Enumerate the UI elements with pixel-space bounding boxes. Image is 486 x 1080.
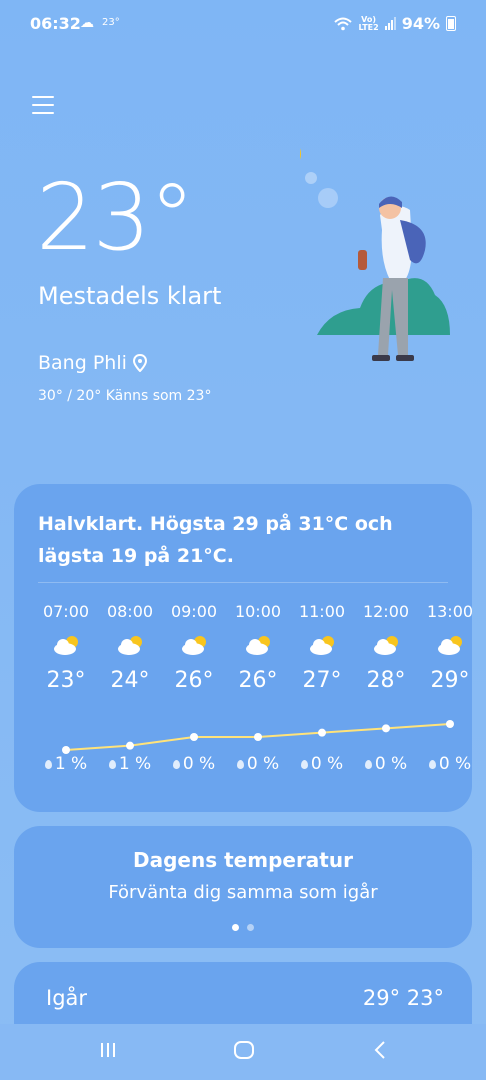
hour-temp: 23° — [46, 668, 86, 693]
drop-icon — [44, 760, 52, 769]
partly-cloudy-icon — [438, 636, 462, 655]
signal-icon — [384, 17, 396, 30]
precip-value: 0 % — [374, 754, 408, 774]
partly-cloudy-icon — [246, 636, 270, 655]
temperature-point — [382, 724, 390, 733]
status-right: Vo) LTE2 94% — [334, 14, 456, 33]
hour-temp: 29° — [430, 668, 470, 693]
temp-range: 30° / 20° Känns som 23° — [38, 388, 212, 404]
drop-icon — [108, 760, 116, 769]
precip-value: 1 % — [118, 754, 152, 774]
partly-cloudy-icon — [310, 636, 334, 655]
recent-apps-icon[interactable] — [98, 1040, 118, 1060]
precip-value: 0 % — [246, 754, 280, 774]
weather-illustration — [300, 148, 450, 361]
battery-icon — [446, 16, 456, 31]
network-bottom: LTE2 — [358, 22, 379, 32]
temperature-point — [446, 720, 454, 728]
sun-icon — [300, 148, 301, 160]
hour-time: 11:00 — [298, 602, 346, 621]
hour-time: 12:00 — [362, 602, 410, 621]
page-dot[interactable] — [247, 924, 254, 931]
hour-precip: 0 % — [164, 754, 224, 774]
hour-column: 12:00 28° 0 % — [356, 602, 416, 774]
drop-icon — [364, 760, 372, 769]
temperature-point — [126, 741, 134, 750]
hour-precip: 0 % — [292, 754, 352, 774]
hour-precip: 1 % — [100, 754, 160, 774]
wifi-icon — [334, 17, 353, 30]
yesterday-label: Igår — [46, 986, 88, 1010]
hour-temp: 26° — [238, 668, 278, 693]
temperature-point — [254, 733, 262, 741]
precip-value: 0 % — [310, 754, 344, 774]
current-temperature: 23° — [36, 164, 195, 271]
location-name: Bang Phli — [38, 352, 127, 374]
temperature-graph — [62, 720, 454, 754]
hour-column: 13:00 29° 0 % — [420, 602, 472, 774]
today-card-title: Dagens temperatur — [133, 848, 353, 872]
hour-precip: 0 % — [228, 754, 288, 774]
hour-temp: 26° — [174, 668, 214, 693]
hourly-forecast-card[interactable]: Halvklart. Högsta 29 på 31°C och lägsta … — [14, 484, 472, 812]
hour-temp: 27° — [302, 668, 342, 693]
today-temperature-card[interactable]: Dagens temperatur Förvänta dig samma som… — [14, 826, 472, 948]
yesterday-temps: 29° 23° — [362, 986, 444, 1010]
temperature-point — [62, 746, 70, 754]
forecast-summary: Halvklart. Högsta 29 på 31°C och lägsta … — [38, 513, 393, 567]
temperature-point — [190, 733, 198, 741]
drop-icon — [236, 760, 244, 769]
partly-cloudy-icon — [182, 636, 206, 655]
page-indicator[interactable] — [14, 924, 472, 931]
page-dot[interactable] — [232, 924, 239, 931]
hour-precip: 0 % — [356, 754, 416, 774]
hour-temp: 28° — [366, 668, 406, 693]
hour-time: 13:00 — [426, 602, 472, 621]
drop-icon — [300, 760, 308, 769]
divider — [38, 582, 448, 583]
precip-value: 1 % — [54, 754, 88, 774]
battery-percent: 94% — [401, 14, 440, 33]
home-icon[interactable] — [233, 1040, 255, 1060]
partly-cloudy-icon — [54, 636, 78, 655]
hour-precip: 1 % — [36, 754, 96, 774]
back-icon[interactable] — [372, 1040, 388, 1060]
location[interactable]: Bang Phli — [38, 352, 147, 374]
hour-column: 08:00 24° 1 % — [100, 602, 160, 774]
hour-column: 07:00 23° 1 % — [36, 602, 96, 774]
hour-temp: 24° — [110, 668, 150, 693]
location-pin-icon — [132, 354, 147, 372]
partly-cloudy-icon — [118, 636, 142, 655]
precip-value: 0 % — [182, 754, 216, 774]
drop-icon — [428, 760, 436, 769]
partly-cloudy-icon — [374, 636, 398, 655]
hour-time: 09:00 — [170, 602, 218, 621]
navigation-bar — [0, 1024, 486, 1080]
hour-time: 10:00 — [234, 602, 282, 621]
hour-time: 07:00 — [42, 602, 90, 621]
today-card-subtitle: Förvänta dig samma som igår — [108, 882, 378, 903]
hour-precip: 0 % — [420, 754, 472, 774]
hour-column: 09:00 26° 0 % — [164, 602, 224, 774]
hour-time: 08:00 — [106, 602, 154, 621]
cloud-icon: ☁ — [80, 15, 94, 31]
menu-icon[interactable] — [32, 96, 54, 116]
status-temp: 23° — [102, 17, 120, 28]
hourly-scroll[interactable]: 07:00 23° 1 % 08:00 24° 1 % 09:00 26° 0 % 10:00 26… — [36, 602, 472, 792]
status-bar: 06:32 ☁ 23° Vo) LTE2 94% — [0, 0, 486, 46]
temperature-point — [318, 728, 326, 737]
current-condition: Mestadels klart — [38, 282, 222, 310]
hour-column: 10:00 26° 0 % — [228, 602, 288, 774]
drop-icon — [172, 760, 180, 769]
status-time: 06:32 — [30, 14, 81, 33]
precip-value: 0 % — [438, 754, 472, 774]
hour-column: 11:00 27° 0 % — [292, 602, 352, 774]
network-label: Vo) LTE2 — [358, 15, 379, 32]
